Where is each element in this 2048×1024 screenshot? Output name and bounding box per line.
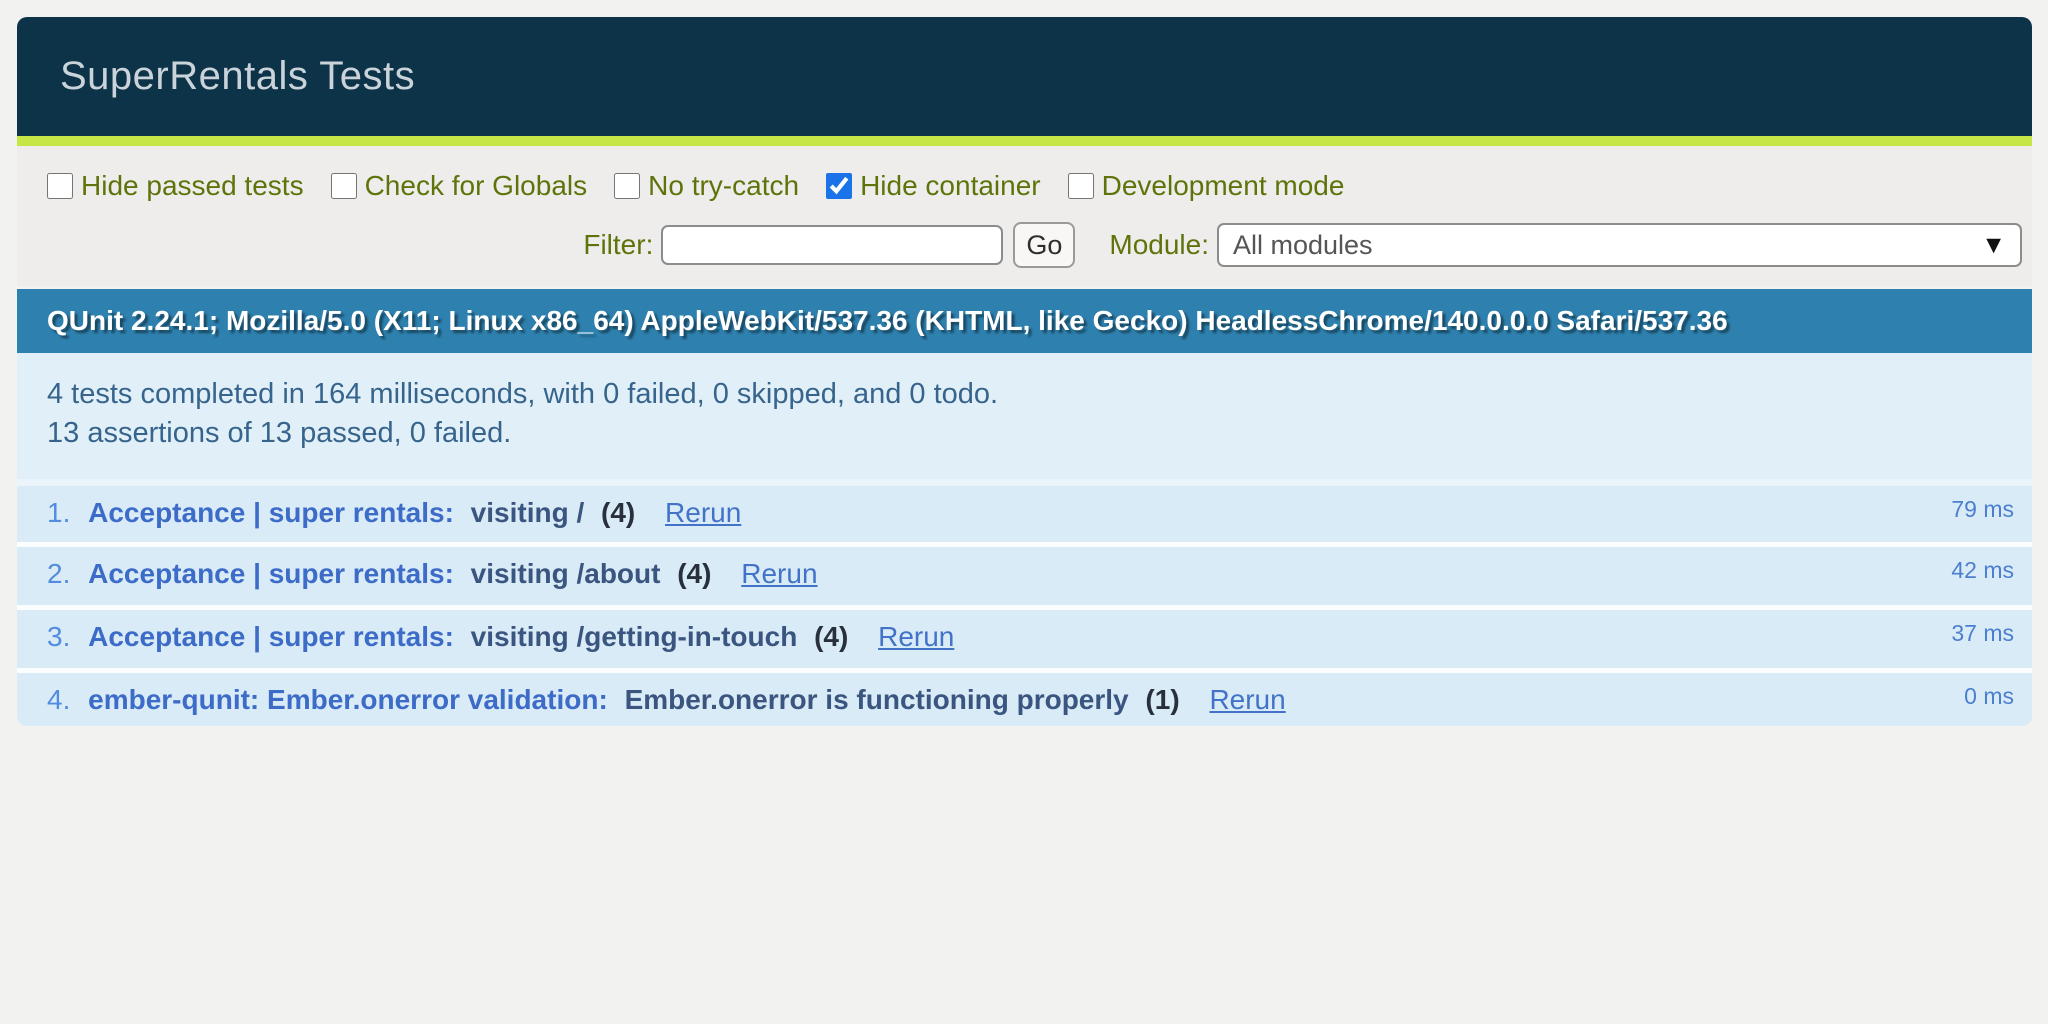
test-result-summary: 4 tests completed in 164 milliseconds, w… xyxy=(17,353,2032,479)
test-name: visiting /about xyxy=(471,558,661,589)
checkbox-group-check-for-globals[interactable]: Check for Globals xyxy=(331,170,588,202)
summary-line-1: 4 tests completed in 164 milliseconds, w… xyxy=(47,375,2002,414)
test-runtime: 79 ms xyxy=(1951,496,2014,523)
checkbox-group-hide-container[interactable]: Hide container xyxy=(826,170,1041,202)
test-module-name: Acceptance | super rentals: xyxy=(88,558,454,589)
test-row[interactable]: 3. Acceptance | super rentals: visiting … xyxy=(17,605,2032,668)
test-row[interactable]: 2. Acceptance | super rentals: visiting … xyxy=(17,542,2032,605)
rerun-link[interactable]: Rerun xyxy=(878,621,954,652)
checkbox-label-hide-passed-tests: Hide passed tests xyxy=(81,170,304,202)
test-number: 1. xyxy=(47,497,70,528)
filter-row: Filter: Go Module: All modules ▼ xyxy=(47,222,2022,268)
test-name: visiting /getting-in-touch xyxy=(471,621,798,652)
filter-input[interactable] xyxy=(661,225,1003,265)
checkbox-hide-passed-tests[interactable] xyxy=(47,173,73,199)
checkbox-group-no-try-catch[interactable]: No try-catch xyxy=(614,170,799,202)
test-number: 4. xyxy=(47,684,70,715)
test-runtime: 37 ms xyxy=(1951,620,2014,647)
checkbox-label-check-for-globals: Check for Globals xyxy=(365,170,588,202)
testrunner-toolbar: Hide passed tests Check for Globals No t… xyxy=(17,146,2032,286)
rerun-link[interactable]: Rerun xyxy=(741,558,817,589)
go-button[interactable]: Go xyxy=(1013,222,1075,268)
header: SuperRentals Tests xyxy=(17,17,2032,136)
module-select[interactable]: All modules ▼ xyxy=(1217,223,2022,267)
test-status-banner xyxy=(17,136,2032,146)
test-name: Ember.onerror is functioning properly xyxy=(625,684,1129,715)
test-runtime: 42 ms xyxy=(1951,557,2014,584)
checkbox-group-hide-passed-tests[interactable]: Hide passed tests xyxy=(47,170,304,202)
module-select-value: All modules xyxy=(1233,230,1373,261)
assertion-counts: (4) xyxy=(601,497,635,528)
test-row[interactable]: 4. ember-qunit: Ember.onerror validation… xyxy=(17,668,2032,726)
checkbox-development-mode[interactable] xyxy=(1068,173,1094,199)
module-label: Module: xyxy=(1109,229,1209,261)
test-module-name: Acceptance | super rentals: xyxy=(88,497,454,528)
summary-line-2: 13 assertions of 13 passed, 0 failed. xyxy=(47,414,2002,453)
qunit-page: SuperRentals Tests Hide passed tests Che… xyxy=(17,17,2032,726)
test-number: 2. xyxy=(47,558,70,589)
rerun-link[interactable]: Rerun xyxy=(665,497,741,528)
test-number: 3. xyxy=(47,621,70,652)
test-module-name: ember-qunit: Ember.onerror validation: xyxy=(88,684,608,715)
chevron-down-icon: ▼ xyxy=(1981,231,2006,260)
rerun-link[interactable]: Rerun xyxy=(1209,684,1285,715)
test-runtime: 0 ms xyxy=(1964,683,2014,710)
filter-label: Filter: xyxy=(583,229,653,261)
test-name: visiting / xyxy=(471,497,585,528)
checkbox-check-for-globals[interactable] xyxy=(331,173,357,199)
checkbox-label-no-try-catch: No try-catch xyxy=(648,170,799,202)
test-module-name: Acceptance | super rentals: xyxy=(88,621,454,652)
checkbox-group-development-mode[interactable]: Development mode xyxy=(1068,170,1345,202)
checkbox-no-try-catch[interactable] xyxy=(614,173,640,199)
assertion-counts: (4) xyxy=(677,558,711,589)
test-list: 1. Acceptance | super rentals: visiting … xyxy=(17,479,2032,726)
test-row[interactable]: 1. Acceptance | super rentals: visiting … xyxy=(17,479,2032,542)
checkbox-label-development-mode: Development mode xyxy=(1102,170,1345,202)
page-title: SuperRentals Tests xyxy=(60,54,415,99)
assertion-counts: (4) xyxy=(814,621,848,652)
checkbox-hide-container[interactable] xyxy=(826,173,852,199)
url-config-checkboxes: Hide passed tests Check for Globals No t… xyxy=(47,170,2022,202)
assertion-counts: (1) xyxy=(1145,684,1179,715)
user-agent-banner: QUnit 2.24.1; Mozilla/5.0 (X11; Linux x8… xyxy=(17,289,2032,353)
checkbox-label-hide-container: Hide container xyxy=(860,170,1041,202)
